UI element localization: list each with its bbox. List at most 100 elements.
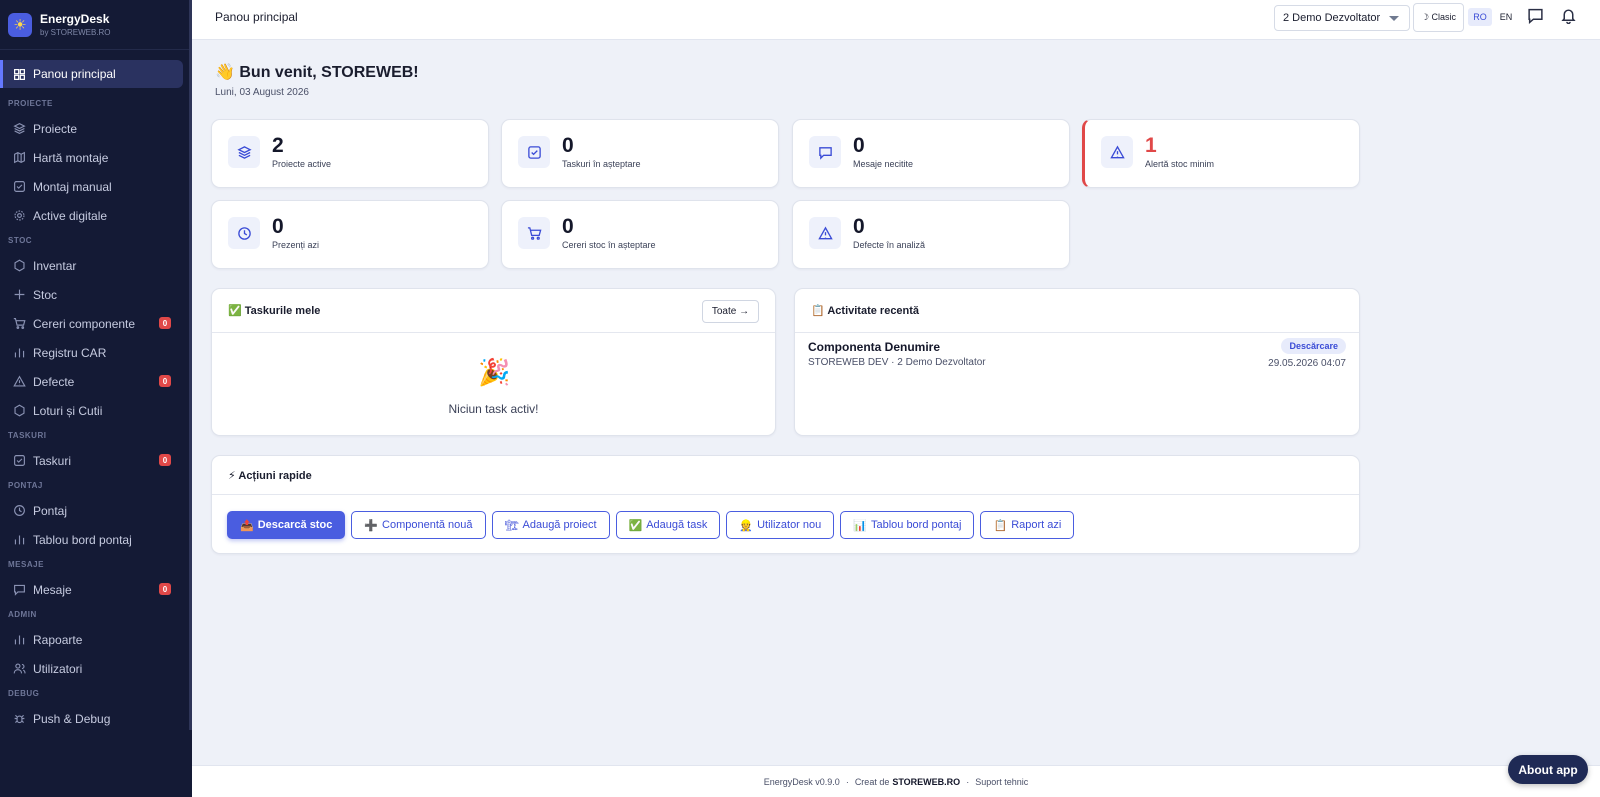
sidebar-item-inventar[interactable]: Inventar [0,251,192,280]
adauga-proiect-button[interactable]: 🏗 Adaugă proiect [491,511,610,539]
chat-icon [1527,7,1544,29]
sidebar-item-harta-montaje[interactable]: Hartă montaje [0,143,192,172]
sidebar-item-label: Utilizatori [33,661,83,676]
page-title: Panou principal [215,10,298,24]
stat-card[interactable]: 0 Mesaje necitite [792,119,1070,188]
sidebar-item-label: Taskuri [33,453,72,468]
sidebar-item-registru-car[interactable]: Registru CAR [0,338,192,367]
check-square-icon [12,454,26,468]
footer-created-link[interactable]: STOREWEB.RO [892,777,960,787]
tablou-bord-pontaj-button[interactable]: 📊 Tablou bord pontaj [840,511,975,539]
stat-card[interactable]: 0 Defecte în analiză [792,200,1070,269]
stat-card[interactable]: 0 Taskuri în așteptare [501,119,779,188]
sidebar-item-push-debug[interactable]: Push & Debug [0,704,192,733]
sidebar-item-pontaj[interactable]: Pontaj [0,496,192,525]
sidebar: ☀ EnergyDesk by STOREWEB.RO Panou princi… [0,0,192,797]
tasks-panel: ✅ Taskurile mele Toate → 🎉 Niciun task a… [211,288,776,436]
footer-separator: · [845,776,849,787]
sidebar-item-panou-principal[interactable]: Panou principal [0,60,183,88]
lang-en-button[interactable]: EN [1494,8,1518,26]
sidebar-item-tablou-bord-pontaj[interactable]: Tablou bord pontaj [0,525,192,554]
sidebar-item-defecte[interactable]: Defecte 0 [0,367,192,396]
gear-icon [12,209,26,223]
quick-actions-row: 📤 Descarcă stoc ➕ Componentă nouă 🏗 Adaugă pr… [227,511,1080,539]
warning-icon [12,375,26,389]
stat-card[interactable]: 1 Alertă stoc minim [1082,119,1360,188]
current-date: Luni, 03 August 2026 [215,87,309,98]
users-icon [12,662,26,676]
notifications-button[interactable] [1558,8,1578,28]
view-all-tasks-button[interactable]: Toate → [702,300,759,323]
raport-azi-button[interactable]: 📋 Raport azi [980,511,1075,539]
stat-label: Proiecte active [272,159,332,169]
sidebar-item-montaj-manual[interactable]: Montaj manual [0,172,192,201]
quick-actions-panel: ⚡ Acțiuni rapide 📤 Descarcă stoc ➕ Componen… [211,455,1360,554]
lang-ro-button[interactable]: RO [1468,8,1492,26]
hexagon-icon [12,404,26,418]
utilizator-nou-button[interactable]: 👷 Utilizator nou [726,511,835,539]
sidebar-item-label: Rapoarte [33,632,83,647]
stat-card[interactable]: 0 Prezenți azi [211,200,489,269]
check-square-icon [12,180,26,194]
sidebar-item-label: Panou principal [33,67,116,81]
stat-card[interactable]: 2 Proiecte active [211,119,489,188]
theme-toggle-button[interactable]: ☽ Clasic [1413,3,1464,32]
sidebar-item-taskuri[interactable]: Taskuri 0 [0,446,192,475]
sidebar-item-label: Mesaje [33,582,72,597]
sidebar-item-rapoarte[interactable]: Rapoarte [0,625,192,654]
activity-panel: 📋 Activitate recentă Componenta Denumire… [794,288,1360,436]
count-badge: 0 [159,454,171,466]
sidebar-item-loturi-si-cutii[interactable]: Loturi și Cutii [0,396,192,425]
bell-icon [1560,7,1577,29]
sidebar-section-title: PROIECTE [8,99,53,108]
action-label: Utilizator nou [757,519,822,531]
stat-value: 0 [562,134,574,157]
sidebar-section-title: ADMIN [8,610,37,619]
action-icon: 📤 [240,519,254,532]
sidebar-section-title: MESAJE [8,560,44,569]
descarca-stoc-button[interactable]: 📤 Descarcă stoc [227,511,346,539]
sidebar-scrollbar[interactable] [189,0,192,730]
sidebar-section: Rapoarte Utilizatori [0,625,192,683]
map-icon [12,151,26,165]
componenta-noua-button[interactable]: ➕ Componentă nouă [351,511,486,539]
sidebar-section: Taskuri 0 [0,446,192,475]
action-icon: 📋 [993,519,1008,532]
hexagon-icon [12,259,26,273]
welcome-title: 👋 Bun venit, STOREWEB! [215,64,419,81]
messages-button[interactable] [1525,8,1545,28]
sidebar-section-title: STOC [8,236,33,245]
sidebar-item-label: Defecte [33,374,75,389]
chevron-down-icon [1389,16,1399,21]
brand[interactable]: ☀ EnergyDesk by STOREWEB.RO [0,0,192,50]
about-app-button[interactable]: About app [1508,755,1588,784]
action-label: Adaugă proiect [522,519,597,531]
clock-icon [12,504,26,518]
sidebar-item-stoc[interactable]: Stoc [0,280,192,309]
sidebar-item-cereri-componente[interactable]: Cereri componente 0 [0,309,192,338]
sidebar-item-utilizatori[interactable]: Utilizatori [0,654,192,683]
count-badge: 0 [159,375,171,387]
sidebar-item-proiecte[interactable]: Proiecte [0,114,192,143]
stat-value: 0 [272,215,284,238]
sidebar-section: Push & Debug [0,704,192,733]
sidebar-item-label: Active digitale [33,208,108,223]
action-label: Adaugă task [646,519,708,531]
stat-card[interactable]: 0 Cereri stoc în așteptare [501,200,779,269]
adauga-task-button[interactable]: ✅ Adaugă task [615,511,721,539]
sidebar-item-label: Push & Debug [33,711,111,726]
sidebar-item-mesaje[interactable]: Mesaje 0 [0,575,192,604]
sidebar-item-active-digitale[interactable]: Active digitale [0,201,192,230]
company-select-value: 2 Demo Dezvoltator [1283,12,1381,24]
footer-separator: · [966,776,970,787]
sidebar-section: Proiecte Hartă montaje Montaj manual Active… [0,114,192,230]
footer-support-link[interactable]: Suport tehnic [975,777,1028,787]
footer: EnergyDesk v0.9.0 · Creat de STOREWEB.RO… [192,765,1600,797]
action-icon: ➕ [364,519,379,532]
activity-item-title: Componenta Denumire [808,340,941,354]
company-select[interactable]: 2 Demo Dezvoltator [1274,5,1410,31]
sidebar-item-label: Registru CAR [33,345,107,360]
stat-label: Mesaje necitite [853,159,914,169]
brand-name: EnergyDesk [40,11,110,26]
message-icon [809,136,841,168]
